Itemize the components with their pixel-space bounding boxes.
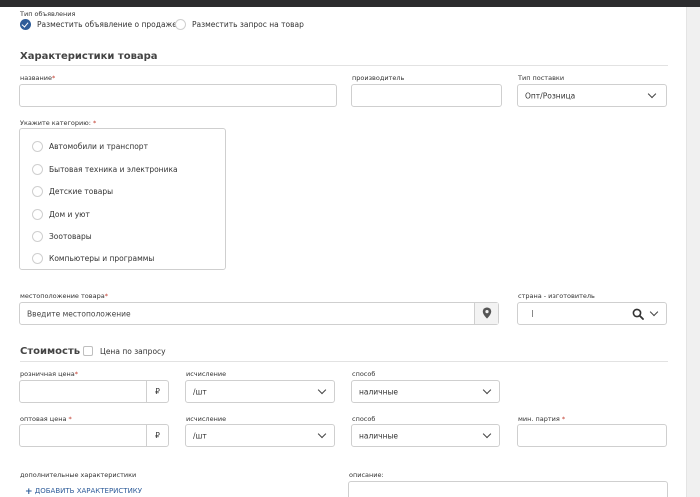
location-pin-button[interactable]: [474, 303, 498, 324]
divider: [20, 65, 668, 66]
description-label: описание:: [349, 471, 384, 479]
radio-request[interactable]: [175, 19, 186, 30]
top-bar: [0, 0, 700, 7]
wholesale-method-label: способ: [352, 415, 376, 423]
name-input[interactable]: [19, 84, 337, 107]
name-label: название*: [20, 74, 56, 82]
wholesale-unit-value: /шт: [193, 431, 207, 440]
category-option[interactable]: Компьютеры и программы: [49, 254, 154, 263]
add-characteristic-link[interactable]: + ДОБАВИТЬ ХАРАКТЕРИСТИКУ: [25, 486, 142, 497]
delivery-type-value: Опт/Розница: [525, 91, 576, 100]
wholesale-unit-select[interactable]: /шт: [185, 424, 335, 447]
category-radio[interactable]: [32, 209, 43, 220]
category-radio[interactable]: [32, 186, 43, 197]
location-placeholder: Введите местоположение: [27, 309, 131, 318]
min-batch-input[interactable]: [517, 424, 667, 447]
wholesale-method-select[interactable]: наличные: [351, 424, 500, 447]
retail-price-label: розничная цена*: [20, 370, 78, 378]
location-label: местоположение товара*: [20, 292, 108, 300]
retail-unit-select[interactable]: /шт: [185, 380, 335, 403]
currency-ruble: ₽: [146, 381, 168, 402]
text-cursor: [532, 310, 533, 317]
wholesale-price-input[interactable]: ₽: [19, 424, 169, 447]
chevron-down-icon: [317, 385, 327, 395]
category-option[interactable]: Дом и уют: [49, 210, 90, 219]
delivery-type-label: Тип поставки: [518, 74, 565, 82]
search-icon[interactable]: [632, 308, 644, 320]
retail-method-select[interactable]: наличные: [351, 380, 500, 403]
plus-icon: +: [25, 486, 33, 497]
chevron-down-icon: [647, 89, 657, 99]
divider: [20, 361, 668, 362]
category-option[interactable]: Автомобили и транспорт: [49, 142, 148, 151]
chevron-down-icon: [317, 429, 327, 439]
wholesale-price-label: оптовая цена *: [20, 415, 72, 423]
min-batch-label: мин. партия *: [518, 415, 566, 423]
wholesale-method-value: наличные: [359, 431, 399, 440]
chevron-down-icon: [482, 385, 492, 395]
price-on-request-label[interactable]: Цена по запросу: [100, 347, 166, 356]
retail-method-value: наличные: [359, 387, 399, 396]
map-pin-icon: [482, 307, 492, 319]
manufacturer-label: производитель: [352, 74, 405, 82]
ad-type-label: Тип объявления: [20, 10, 76, 18]
location-input[interactable]: Введите местоположение: [19, 302, 499, 325]
chevron-down-icon: [649, 307, 659, 317]
section-title-cost: Стоимость: [20, 346, 81, 357]
retail-method-label: способ: [352, 370, 376, 378]
category-radio[interactable]: [32, 231, 43, 242]
category-option[interactable]: Детские товары: [49, 187, 113, 196]
delivery-type-select[interactable]: Опт/Розница: [517, 84, 667, 107]
category-radio[interactable]: [32, 164, 43, 175]
radio-request-label[interactable]: Разместить запрос на товар: [192, 20, 304, 29]
category-radio[interactable]: [32, 253, 43, 264]
scrollbar-track[interactable]: [686, 7, 700, 497]
country-select[interactable]: [517, 302, 667, 325]
wholesale-unit-label: исчисление: [186, 415, 227, 423]
price-on-request-checkbox[interactable]: [83, 346, 93, 356]
category-option[interactable]: Бытовая техника и электроника: [49, 165, 178, 174]
chevron-down-icon: [482, 429, 492, 439]
section-title-characteristics: Характеристики товара: [20, 51, 158, 62]
retail-price-input[interactable]: ₽: [19, 380, 169, 403]
retail-unit-value: /шт: [193, 387, 207, 396]
manufacturer-input[interactable]: [351, 84, 502, 107]
category-list: Автомобили и транспорт Бытовая техника и…: [19, 128, 226, 270]
currency-ruble: ₽: [146, 425, 168, 446]
country-label: страна - изготовитель: [518, 292, 595, 300]
extra-characteristics-label: дополнительные характеристики: [20, 471, 137, 479]
radio-sale-checked[interactable]: [20, 19, 31, 30]
category-option[interactable]: Зоотовары: [49, 232, 92, 241]
description-textarea[interactable]: [348, 481, 668, 497]
category-radio[interactable]: [32, 141, 43, 152]
category-label: Укажите категорию: *: [20, 119, 97, 127]
retail-unit-label: исчисление: [186, 370, 227, 378]
radio-sale-label[interactable]: Разместить объявление о продаже: [37, 20, 177, 29]
